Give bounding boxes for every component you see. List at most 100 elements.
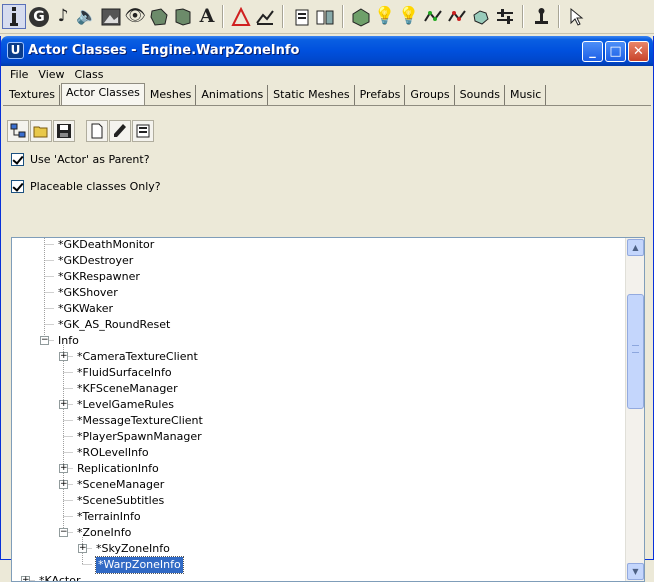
tree-node-label: *GKRespawner (58, 270, 140, 283)
checkbox-checked-icon (11, 179, 24, 193)
light-icon[interactable]: 💡 (373, 4, 397, 29)
tree-node-label: *CameraTextureClient (77, 350, 198, 363)
tree-node-label: *LevelGameRules (77, 398, 174, 411)
menu-file[interactable]: File (5, 66, 33, 84)
edit-pencil-icon[interactable] (109, 120, 131, 142)
save-icon[interactable] (53, 120, 75, 142)
scroll-down-button[interactable]: ▼ (627, 563, 644, 580)
properties-icon[interactable] (132, 120, 154, 142)
select-cursor-icon[interactable] (565, 4, 589, 29)
actor-icon[interactable] (349, 4, 373, 29)
expand-icon[interactable]: + (21, 576, 30, 581)
class-tree[interactable]: *GKDeathMonitor *GKDestroyer *GKRespawner *… (11, 237, 645, 582)
placeable-only-label: Placeable classes Only? (30, 179, 161, 193)
tree-node-label: *WarpZoneInfo (95, 556, 184, 574)
triangle-icon[interactable] (229, 4, 253, 29)
texture-icon[interactable] (99, 4, 123, 29)
music-note-icon[interactable]: ♪ (51, 4, 75, 29)
sound-alt-icon[interactable] (469, 4, 493, 29)
info-icon[interactable] (2, 4, 26, 29)
terrain-icon[interactable] (253, 4, 277, 29)
tree-node-label: *KFSceneManager (77, 382, 178, 395)
class-toolbar (7, 120, 155, 142)
expand-icon[interactable]: + (59, 352, 68, 361)
tree-node-label: *SceneSubtitles (77, 494, 165, 507)
app-letter: U (10, 43, 21, 57)
maximize-button[interactable]: □ (605, 41, 626, 62)
tab-animations[interactable]: Animations (197, 85, 269, 105)
title-bar[interactable]: U Actor Classes - Engine.WarpZoneInfo _ … (1, 36, 653, 66)
tab-groups[interactable]: Groups (406, 85, 455, 105)
toolbar-separator (222, 5, 224, 28)
grip-icon (632, 345, 639, 353)
placeable-only-checkbox[interactable]: Placeable classes Only? (11, 178, 161, 194)
window-title: Actor Classes - Engine.WarpZoneInfo (28, 43, 300, 58)
sliders-icon[interactable] (493, 4, 517, 29)
tree-node-label: *MessageTextureClient (77, 414, 203, 427)
tree-nodes: *GKDeathMonitor *GKDestroyer *GKRespawner *… (12, 238, 626, 582)
tree-vertical-scrollbar[interactable]: ▲ ▼ (625, 238, 644, 581)
close-button[interactable]: ✕ (628, 41, 649, 62)
tab-music[interactable]: Music (506, 85, 547, 105)
mesh-icon[interactable] (147, 4, 171, 29)
checkbox-checked-icon (11, 152, 24, 166)
app-icon: U (7, 42, 24, 59)
toolbar-separator (558, 5, 560, 28)
tree-node-label: Info (58, 334, 79, 347)
scroll-thumb[interactable] (627, 294, 644, 409)
menu-class[interactable]: Class (70, 66, 109, 84)
expand-icon[interactable]: + (59, 400, 68, 409)
tab-content: Use 'Actor' as Parent? Placeable classes… (3, 105, 651, 582)
tree-node-label: *SkyZoneInfo (96, 542, 170, 555)
actor-classes-window: U Actor Classes - Engine.WarpZoneInfo _ … (0, 36, 654, 582)
light-alt-icon[interactable]: 💡 (397, 4, 421, 29)
expand-icon[interactable]: + (59, 464, 68, 473)
collapse-icon[interactable]: − (59, 528, 68, 537)
mesh-alt-icon[interactable] (171, 4, 195, 29)
tab-meshes[interactable]: Meshes (146, 85, 197, 105)
menu-bar: File View Class (5, 66, 108, 84)
geometry-icon[interactable]: G (27, 4, 51, 29)
use-actor-parent-checkbox[interactable]: Use 'Actor' as Parent? (11, 151, 150, 167)
toolbar-separator (282, 5, 284, 28)
minimize-button[interactable]: _ (582, 41, 603, 62)
minimize-icon: _ (589, 44, 596, 59)
tree-node-label: ReplicationInfo (77, 462, 159, 475)
tab-textures[interactable]: Textures (5, 85, 60, 105)
geometry-letter: G (29, 6, 49, 27)
menu-view[interactable]: View (33, 66, 69, 84)
tree-node-label: *KActor (39, 574, 81, 582)
tree-node-label: *GKDestroyer (58, 254, 134, 267)
expand-icon[interactable]: + (78, 544, 87, 553)
open-folder-icon[interactable] (30, 120, 52, 142)
tree-view-icon[interactable] (7, 120, 29, 142)
sound-icon[interactable]: 🔈 (75, 4, 99, 29)
tree-node-label: *ZoneInfo (77, 526, 132, 539)
scroll-up-button[interactable]: ▲ (627, 239, 644, 256)
collapse-icon[interactable]: − (40, 336, 49, 345)
tree-node-label: *GK_AS_RoundReset (58, 318, 171, 331)
tree-node-label: *FluidSurfaceInfo (77, 366, 172, 379)
font-letter: A (199, 5, 215, 27)
eye-icon[interactable]: 👁 (123, 4, 147, 29)
properties-icon[interactable] (289, 4, 313, 29)
tree-node-label: *GKWaker (58, 302, 114, 315)
font-icon[interactable]: A (195, 4, 219, 29)
tree-node-label: *GKShover (58, 286, 118, 299)
tree-node-label: *TerrainInfo (77, 510, 141, 523)
group-icon[interactable] (313, 4, 337, 29)
tab-static-meshes[interactable]: Static Meshes (269, 85, 355, 105)
path-alt-icon[interactable] (445, 4, 469, 29)
tab-prefabs[interactable]: Prefabs (356, 85, 406, 105)
pawn-icon[interactable] (529, 4, 553, 29)
tab-actor-classes[interactable]: Actor Classes (61, 83, 145, 105)
tree-node-label: *SceneManager (77, 478, 165, 491)
tab-sounds[interactable]: Sounds (456, 85, 506, 105)
tree-node-label: *ROLevelInfo (77, 446, 149, 459)
editor-toolbar: G ♪ 🔈 👁 A 💡 💡 (0, 0, 654, 34)
toolbar-separator (522, 5, 524, 28)
path-icon[interactable] (421, 4, 445, 29)
new-document-icon[interactable] (86, 120, 108, 142)
use-actor-parent-label: Use 'Actor' as Parent? (30, 152, 150, 166)
expand-icon[interactable]: + (59, 480, 68, 489)
